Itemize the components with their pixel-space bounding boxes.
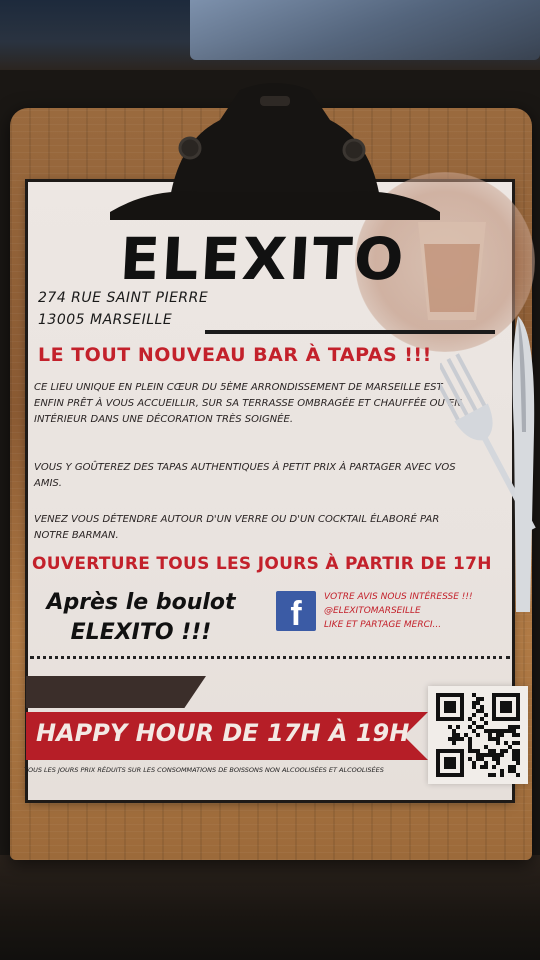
- slogan-line-2: ELEXITO !!!: [70, 620, 212, 645]
- background-screen-glare: [190, 0, 540, 60]
- facebook-icon: f: [276, 591, 316, 631]
- bar-name-title: ELEXITO: [118, 225, 408, 293]
- opening-hours: OUVERTURE TOUS LES JOURS À PARTIR DE 17H: [32, 554, 492, 574]
- slogan-line-1: Après le boulot: [46, 590, 236, 615]
- headline: LE TOUT NOUVEAU BAR À TAPAS !!!: [38, 344, 432, 366]
- happy-hour-text: HAPPY HOUR DE 17H À 19H: [36, 719, 410, 747]
- knife-icon: [512, 316, 535, 612]
- paragraph-tapas: Vous y goûterez des tapas authentiques à…: [34, 462, 456, 489]
- clipboard-clip-icon: [110, 83, 440, 220]
- facebook-prompt: VOTRE AVIS NOUS INTÉRESSE !!!: [324, 592, 473, 602]
- dotted-divider: [30, 656, 510, 659]
- qr-code-icon: [436, 693, 520, 777]
- qr-code-card: [428, 686, 528, 784]
- paragraph-cocktail: Venez vous détendre autour d'un verre ou…: [34, 514, 440, 541]
- fine-print: TOUS LES JOURS PRIX RÉDUITS SUR LES CONS…: [24, 766, 384, 774]
- facebook-handle: @ELEXITOMARSEILLE: [324, 606, 421, 616]
- facebook-share: LIKE ET PARTAGE MERCI...: [324, 620, 442, 630]
- address-city: 13005 MARSEILLE: [38, 312, 173, 328]
- address-street: 274 RUE SAINT PIERRE: [38, 290, 209, 306]
- paragraph-intro: Ce lieu unique en plein cœur du 5ème arr…: [34, 382, 462, 425]
- table-surface: [0, 855, 540, 960]
- banner-dark-ribbon: [26, 676, 206, 708]
